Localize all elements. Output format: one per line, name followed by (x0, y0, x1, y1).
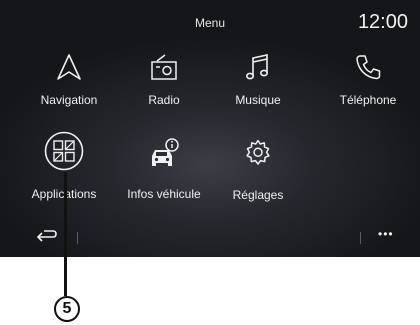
back-button[interactable] (34, 225, 60, 245)
app-tile-phone[interactable]: Téléphone (318, 48, 418, 128)
gear-icon (246, 139, 270, 165)
more-options-button[interactable]: ••• (378, 228, 394, 240)
menu-screen: Menu 12:00 Navigation Radio Musique Télé… (0, 0, 420, 257)
clock: 12:00 (357, 11, 408, 33)
app-label: Réglages (232, 188, 284, 202)
app-tile-vehicle-info[interactable]: Infos véhicule (114, 131, 214, 211)
applications-grid-icon (44, 131, 84, 171)
app-label: Infos véhicule (127, 187, 201, 201)
app-label: Téléphone (339, 93, 397, 107)
app-tile-music[interactable]: Musique (208, 48, 308, 128)
callout-line (64, 172, 67, 296)
bar-divider (77, 232, 78, 244)
app-tile-settings[interactable]: Réglages (208, 131, 308, 211)
app-label: Navigation (40, 93, 98, 107)
app-label: Radio (148, 93, 180, 107)
app-tile-navigation[interactable]: Navigation (19, 48, 119, 128)
bar-divider (360, 232, 361, 244)
app-label: Musique (235, 93, 281, 107)
navigation-icon (57, 54, 81, 80)
phone-icon (356, 55, 381, 80)
radio-icon (151, 54, 177, 80)
music-note-icon (245, 54, 268, 80)
vehicle-info-icon (152, 138, 179, 166)
app-tile-radio[interactable]: Radio (114, 48, 214, 128)
back-arrow-icon (36, 230, 57, 242)
callout-number-badge: 5 (54, 296, 80, 322)
